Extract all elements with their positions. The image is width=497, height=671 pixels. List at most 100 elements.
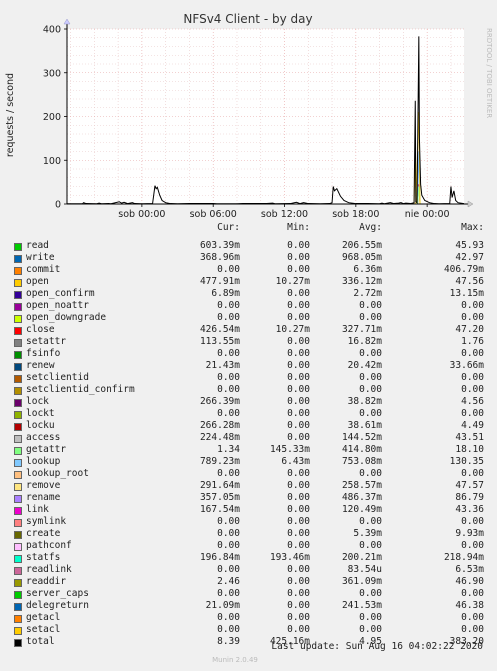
- legend-min-value: 0.00: [287, 492, 310, 503]
- x-tick-label: nie 00:00: [405, 209, 450, 220]
- legend-row: remove 291.64m 0.00 258.57m 47.57: [10, 480, 494, 492]
- legend-min-value: 0.00: [287, 396, 310, 407]
- legend-max-value: 6.53m: [455, 564, 484, 575]
- legend-avg-value: 0.00: [359, 624, 382, 635]
- legend-cur-value: 0.00: [217, 348, 240, 359]
- legend-swatch: [14, 339, 22, 347]
- legend-min-value: 0.00: [287, 528, 310, 539]
- legend-row: close 426.54m 10.27m 327.71m 47.20: [10, 324, 494, 336]
- legend-series-name: lookup: [26, 456, 61, 467]
- legend-cur-value: 0.00: [217, 384, 240, 395]
- legend-row: setattr 113.55m 0.00 16.82m 1.76: [10, 336, 494, 348]
- legend-row: readlink 0.00 0.00 83.54u 6.53m: [10, 564, 494, 576]
- legend-swatch: [14, 483, 22, 491]
- legend-swatch: [14, 423, 22, 431]
- legend-min-value: 10.27m: [275, 324, 310, 335]
- legend-cur-value: 196.84m: [199, 552, 240, 563]
- legend-cur-value: 1.34: [217, 444, 240, 455]
- legend-cur-value: 477.91m: [199, 276, 240, 287]
- legend-min-value: 0.00: [287, 372, 310, 383]
- legend-avg-value: 16.82m: [347, 336, 382, 347]
- legend-avg-value: 0.00: [359, 540, 382, 551]
- legend-row: lockt 0.00 0.00 0.00 0.00: [10, 408, 494, 420]
- legend-swatch: [14, 351, 22, 359]
- legend-swatch: [14, 255, 22, 263]
- legend-row: open 477.91m 10.27m 336.12m 47.56: [10, 276, 494, 288]
- legend-avg-value: 241.53m: [341, 600, 382, 611]
- legend-avg-value: 968.05m: [341, 252, 382, 263]
- legend-max-value: 130.35: [449, 456, 484, 467]
- legend-max-value: 0.00: [461, 372, 484, 383]
- legend-avg-value: 120.49m: [341, 504, 382, 515]
- legend-swatch: [14, 519, 22, 527]
- legend-row: link 167.54m 0.00 120.49m 43.36: [10, 504, 494, 516]
- legend-min-value: 0.00: [287, 516, 310, 527]
- legend-series-name: rename: [26, 492, 61, 503]
- y-tick-labels: 0 100 200 300 400: [43, 25, 67, 211]
- legend-row: lock 266.39m 0.00 38.82m 4.56: [10, 396, 494, 408]
- legend-series-name: open_downgrade: [26, 312, 107, 323]
- legend-max-value: 18.10: [455, 444, 484, 455]
- legend-series-name: lock: [26, 396, 49, 407]
- legend-cur-value: 0.00: [217, 312, 240, 323]
- legend-swatch: [14, 495, 22, 503]
- legend-row: setclientid 0.00 0.00 0.00 0.00: [10, 372, 494, 384]
- legend-row: lookup 789.23m 6.43m 753.08m 130.35: [10, 456, 494, 468]
- legend-max-value: 47.57: [455, 480, 484, 491]
- legend-series-name: lockt: [26, 408, 55, 419]
- legend-cur-value: 0.00: [217, 408, 240, 419]
- legend-min-value: 0.00: [287, 348, 310, 359]
- legend-series-name: link: [26, 504, 49, 515]
- legend-avg-value: 336.12m: [341, 276, 382, 287]
- legend-series-name: pathconf: [26, 540, 72, 551]
- legend-header: Cur: Min: Avg: Max:: [10, 222, 494, 234]
- legend-cur-value: 8.39: [217, 636, 240, 647]
- legend-series-name: commit: [26, 264, 61, 275]
- legend-avg-value: 0.00: [359, 408, 382, 419]
- legend-series-name: total: [26, 636, 55, 647]
- y-axis-arrow-icon: [63, 18, 71, 25]
- y-tick-label: 100: [43, 156, 61, 167]
- legend-series-name: server_caps: [26, 588, 89, 599]
- legend-max-value: 0.00: [461, 300, 484, 311]
- legend-cur-value: 0.00: [217, 540, 240, 551]
- legend-series-name: setacl: [26, 624, 61, 635]
- legend-swatch: [14, 267, 22, 275]
- header-avg: Avg:: [359, 222, 382, 233]
- legend-avg-value: 0.00: [359, 372, 382, 383]
- legend-cur-value: 0.00: [217, 516, 240, 527]
- legend-max-value: 0.00: [461, 312, 484, 323]
- legend-swatch: [14, 591, 22, 599]
- legend-min-value: 0.00: [287, 312, 310, 323]
- legend-max-value: 218.94m: [443, 552, 484, 563]
- legend-max-value: 0.00: [461, 348, 484, 359]
- legend-avg-value: 200.21m: [341, 552, 382, 563]
- legend-avg-value: 414.80m: [341, 444, 382, 455]
- legend-avg-value: 0.00: [359, 516, 382, 527]
- legend-row: lookup_root 0.00 0.00 0.00 0.00: [10, 468, 494, 480]
- legend-avg-value: 0.00: [359, 312, 382, 323]
- legend-avg-value: 327.71m: [341, 324, 382, 335]
- y-axis-label: requests / second: [5, 73, 16, 157]
- legend-series-name: getattr: [26, 444, 67, 455]
- legend-swatch: [14, 279, 22, 287]
- legend-min-value: 193.46m: [269, 552, 310, 563]
- legend-cur-value: 426.54m: [199, 324, 240, 335]
- legend-row: pathconf 0.00 0.00 0.00 0.00: [10, 540, 494, 552]
- y-tick-label: 200: [43, 112, 61, 123]
- legend-max-value: 1.76: [461, 336, 484, 347]
- legend-avg-value: 38.61m: [347, 420, 382, 431]
- legend-avg-value: 83.54u: [347, 564, 382, 575]
- legend-avg-value: 0.00: [359, 348, 382, 359]
- legend-cur-value: 0.00: [217, 372, 240, 383]
- legend-series-name: getacl: [26, 612, 61, 623]
- legend-avg-value: 0.00: [359, 588, 382, 599]
- legend-max-value: 4.49: [461, 420, 484, 431]
- legend-row: renew 21.43m 0.00 20.42m 33.66m: [10, 360, 494, 372]
- legend-min-value: 0.00: [287, 384, 310, 395]
- legend-cur-value: 0.00: [217, 528, 240, 539]
- legend-min-value: 0.00: [287, 576, 310, 587]
- legend-max-value: 9.93m: [455, 528, 484, 539]
- legend-swatch: [14, 555, 22, 563]
- legend-row: delegreturn 21.09m 0.00 241.53m 46.38: [10, 600, 494, 612]
